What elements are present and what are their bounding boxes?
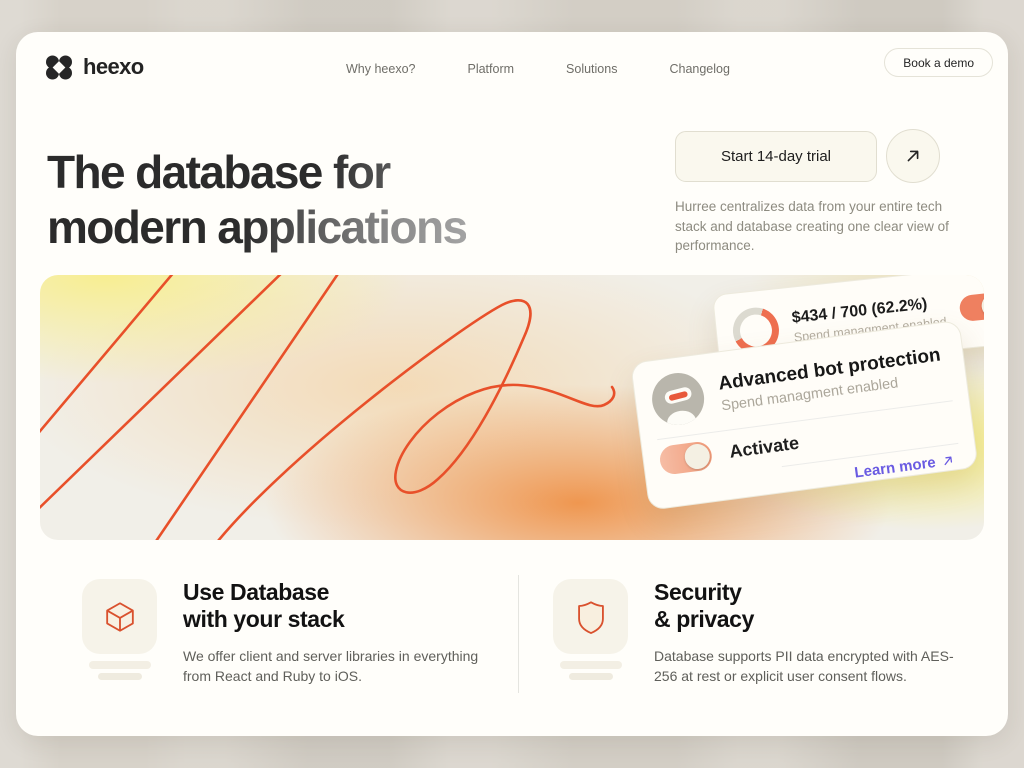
hero-title-line1: The database for xyxy=(47,145,466,200)
nav-item-platform[interactable]: Platform xyxy=(467,62,514,76)
brand-logo[interactable]: heexo xyxy=(44,54,144,80)
heexo-logo-icon xyxy=(44,55,74,80)
hero-description: Hurree centralizes data from your entire… xyxy=(675,197,969,256)
stack-shadow-bar xyxy=(560,661,622,669)
page-card: heexo Why heexo? Platform Solutions Chan… xyxy=(16,32,1008,736)
feature-icon-stack xyxy=(82,579,157,693)
hero-cta-block: Start 14-day trial Hurree centralizes da… xyxy=(675,129,975,256)
robot-visor-icon xyxy=(663,386,692,405)
stack-shadow-bar xyxy=(569,673,613,680)
feature-use-database: Use Database with your stack We offer cl… xyxy=(16,575,518,693)
robot-chin-shape xyxy=(666,409,698,428)
feature-text: Use Database with your stack We offer cl… xyxy=(183,579,495,693)
feature-description: Database supports PII data encrypted wit… xyxy=(654,646,966,686)
top-navigation: heexo Why heexo? Platform Solutions Chan… xyxy=(44,46,993,92)
cta-row: Start 14-day trial xyxy=(675,129,975,183)
feature-icon-tile xyxy=(82,579,157,654)
feature-title-line2: with your stack xyxy=(183,606,344,632)
feature-text: Security & privacy Database supports PII… xyxy=(654,579,966,693)
feature-icon-stack xyxy=(553,579,628,693)
trial-arrow-button[interactable] xyxy=(886,129,940,183)
activate-label: Activate xyxy=(728,432,800,462)
hero-title: The database for modern applications xyxy=(47,145,466,255)
nav-item-why-heexo[interactable]: Why heexo? xyxy=(346,62,415,76)
feature-title: Security & privacy xyxy=(654,579,966,633)
arrow-up-right-icon xyxy=(902,145,924,167)
feature-description: We offer client and server libraries in … xyxy=(183,646,495,686)
brand-name: heexo xyxy=(83,54,144,80)
feature-title-line1: Use Database xyxy=(183,579,329,605)
robot-avatar xyxy=(649,370,707,428)
activate-toggle[interactable] xyxy=(658,440,713,476)
stack-shadow-bar xyxy=(98,673,142,680)
shield-icon xyxy=(569,595,613,639)
book-demo-button[interactable]: Book a demo xyxy=(884,48,993,77)
nav-item-solutions[interactable]: Solutions xyxy=(566,62,617,76)
nav-item-changelog[interactable]: Changelog xyxy=(669,62,729,76)
nav-links: Why heexo? Platform Solutions Changelog xyxy=(346,46,730,92)
feature-icon-tile xyxy=(553,579,628,654)
toggle-knob xyxy=(683,442,711,470)
hero-banner: $434 / 700 (62.2%) Spend managment enabl… xyxy=(40,275,984,540)
arrow-up-right-icon xyxy=(941,454,956,469)
cube-icon xyxy=(98,595,142,639)
features-section: Use Database with your stack We offer cl… xyxy=(16,575,1008,693)
toggle-knob xyxy=(980,294,984,318)
stack-shadow-bar xyxy=(89,661,151,669)
feature-title-line2: & privacy xyxy=(654,606,754,632)
start-trial-button[interactable]: Start 14-day trial xyxy=(675,131,877,182)
feature-title: Use Database with your stack xyxy=(183,579,495,633)
spend-toggle[interactable] xyxy=(958,291,984,322)
bot-card-titles: Advanced bot protection Spend managment … xyxy=(717,344,944,414)
hero-title-line2: modern applications xyxy=(47,200,466,255)
feature-title-line1: Security xyxy=(654,579,742,605)
feature-security-privacy: Security & privacy Database supports PII… xyxy=(518,575,1008,693)
